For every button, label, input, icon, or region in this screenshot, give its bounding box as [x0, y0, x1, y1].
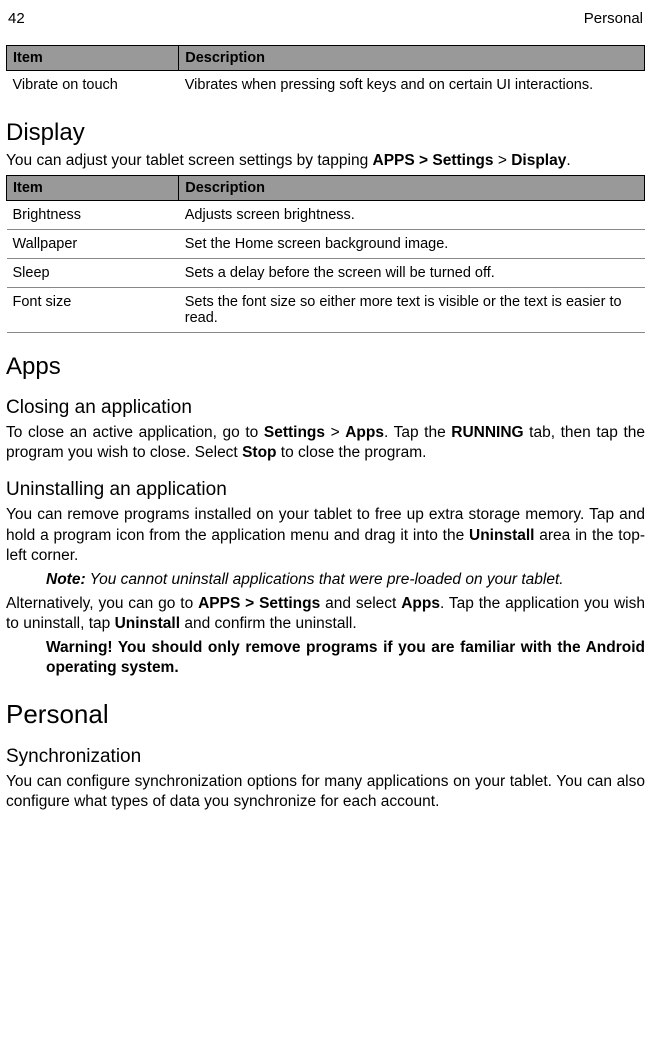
paragraph-sync: You can configure synchronization option…	[6, 772, 645, 812]
heading-apps: Apps	[6, 353, 645, 381]
table-row: Brightness Adjusts screen brightness.	[7, 201, 645, 230]
col-header-item: Item	[7, 176, 179, 201]
cell-item: Vibrate on touch	[7, 71, 179, 100]
col-header-description: Description	[179, 176, 645, 201]
cell-item: Wallpaper	[7, 230, 179, 259]
cell-desc: Sets a delay before the screen will be t…	[179, 259, 645, 288]
heading-personal: Personal	[6, 699, 645, 730]
warning-uninstall: Warning! You should only remove programs…	[46, 638, 645, 678]
cell-item: Sleep	[7, 259, 179, 288]
table-row: Vibrate on touch Vibrates when pressing …	[7, 71, 645, 100]
table-vibrate: Item Description Vibrate on touch Vibrat…	[6, 45, 645, 99]
paragraph-closing-app: To close an active application, go to Se…	[6, 423, 645, 463]
col-header-item: Item	[7, 46, 179, 71]
paragraph-uninstall-1: You can remove programs installed on you…	[6, 505, 645, 565]
paragraph-display-intro: You can adjust your tablet screen settin…	[6, 151, 645, 171]
page-header: 42 Personal	[6, 10, 645, 27]
cell-item: Font size	[7, 288, 179, 333]
col-header-description: Description	[179, 46, 645, 71]
table-row: Font size Sets the font size so either m…	[7, 288, 645, 333]
table-display: Item Description Brightness Adjusts scre…	[6, 175, 645, 333]
heading-closing-app: Closing an application	[6, 397, 645, 419]
note-uninstall: Note: You cannot uninstall applications …	[46, 570, 645, 590]
cell-desc: Sets the font size so either more text i…	[179, 288, 645, 333]
cell-desc: Set the Home screen background image.	[179, 230, 645, 259]
heading-uninstall-app: Uninstalling an application	[6, 479, 645, 501]
paragraph-uninstall-alt: Alternatively, you can go to APPS > Sett…	[6, 594, 645, 634]
page-number: 42	[8, 10, 25, 27]
cell-desc: Adjusts screen brightness.	[179, 201, 645, 230]
heading-sync: Synchronization	[6, 746, 645, 768]
table-row: Wallpaper Set the Home screen background…	[7, 230, 645, 259]
cell-item: Brightness	[7, 201, 179, 230]
heading-display: Display	[6, 119, 645, 147]
cell-desc: Vibrates when pressing soft keys and on …	[179, 71, 645, 100]
page-section: Personal	[584, 10, 643, 27]
table-row: Sleep Sets a delay before the screen wil…	[7, 259, 645, 288]
